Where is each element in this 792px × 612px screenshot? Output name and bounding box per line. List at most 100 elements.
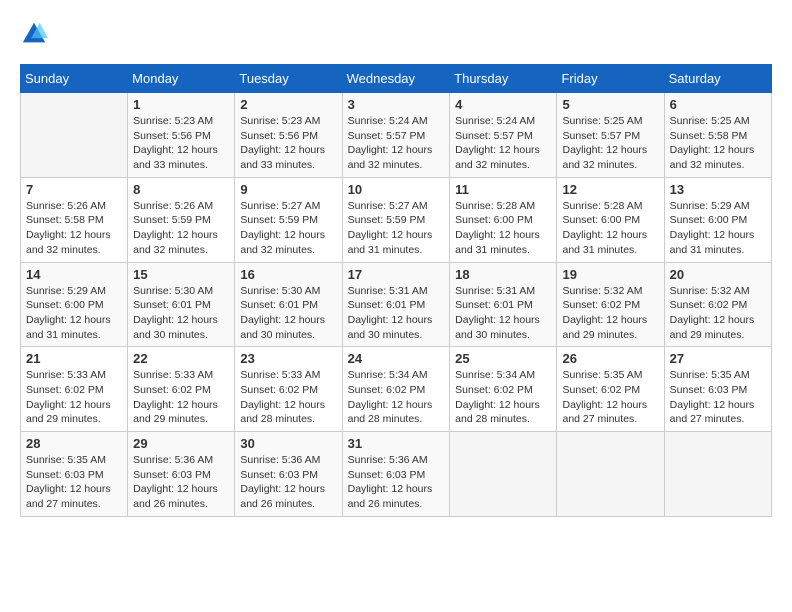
day-cell: 8 Sunrise: 5:26 AMSunset: 5:59 PMDaylight… — [128, 177, 235, 262]
day-cell: 25 Sunrise: 5:34 AMSunset: 6:02 PMDayligh… — [450, 347, 557, 432]
day-cell — [21, 93, 128, 178]
day-number: 31 — [348, 436, 445, 451]
day-info: Sunrise: 5:31 AMSunset: 6:01 PMDaylight:… — [455, 284, 551, 343]
day-cell: 11Sunrise: 5:28 AMSunset: 6:00 PMDayligh… — [450, 177, 557, 262]
header-tuesday: Tuesday — [235, 65, 342, 93]
day-number: 13 — [670, 182, 766, 197]
day-cell: 27 Sunrise: 5:35 AMSunset: 6:03 PMDayligh… — [664, 347, 771, 432]
week-row-5: 28Sunrise: 5:35 AMSunset: 6:03 PMDayligh… — [21, 432, 772, 517]
day-cell: 20 Sunrise: 5:32 AMSunset: 6:02 PMDayligh… — [664, 262, 771, 347]
day-info: Sunrise: 5:31 AMSunset: 6:01 PMDaylight:… — [348, 284, 445, 343]
day-info: Sunrise: 5:29 AMSunset: 6:00 PMDaylight:… — [670, 199, 766, 258]
day-number: 22 — [133, 351, 229, 366]
day-cell: 7Sunrise: 5:26 AMSunset: 5:58 PMDaylight… — [21, 177, 128, 262]
day-number: 17 — [348, 267, 445, 282]
day-number: 24 — [348, 351, 445, 366]
day-info: Sunrise: 5:24 AMSunset: 5:57 PMDaylight:… — [455, 114, 551, 173]
day-info: Sunrise: 5:23 AMSunset: 5:56 PMDaylight:… — [240, 114, 336, 173]
day-number: 15 — [133, 267, 229, 282]
day-cell: 23Sunrise: 5:33 AMSunset: 6:02 PMDayligh… — [235, 347, 342, 432]
day-number: 5 — [562, 97, 658, 112]
day-number: 30 — [240, 436, 336, 451]
day-cell: 1 Sunrise: 5:23 AMSunset: 5:56 PMDaylight… — [128, 93, 235, 178]
day-info: Sunrise: 5:34 AMSunset: 6:02 PMDaylight:… — [348, 368, 445, 427]
header-wednesday: Wednesday — [342, 65, 450, 93]
page-header — [20, 20, 772, 48]
day-info: Sunrise: 5:34 AMSunset: 6:02 PMDaylight:… — [455, 368, 551, 427]
day-number: 9 — [240, 182, 336, 197]
day-number: 2 — [240, 97, 336, 112]
day-number: 25 — [455, 351, 551, 366]
header-thursday: Thursday — [450, 65, 557, 93]
day-info: Sunrise: 5:32 AMSunset: 6:02 PMDaylight:… — [670, 284, 766, 343]
day-info: Sunrise: 5:35 AMSunset: 6:02 PMDaylight:… — [562, 368, 658, 427]
day-number: 21 — [26, 351, 122, 366]
logo — [20, 20, 52, 48]
day-number: 26 — [562, 351, 658, 366]
day-cell: 16 Sunrise: 5:30 AMSunset: 6:01 PMDayligh… — [235, 262, 342, 347]
day-cell: 4 Sunrise: 5:24 AMSunset: 5:57 PMDaylight… — [450, 93, 557, 178]
day-cell — [450, 432, 557, 517]
day-number: 16 — [240, 267, 336, 282]
header-saturday: Saturday — [664, 65, 771, 93]
day-info: Sunrise: 5:32 AMSunset: 6:02 PMDaylight:… — [562, 284, 658, 343]
day-cell: 30 Sunrise: 5:36 AMSunset: 6:03 PMDayligh… — [235, 432, 342, 517]
day-cell: 17 Sunrise: 5:31 AMSunset: 6:01 PMDayligh… — [342, 262, 450, 347]
day-info: Sunrise: 5:33 AMSunset: 6:02 PMDaylight:… — [26, 368, 122, 427]
day-number: 19 — [562, 267, 658, 282]
day-info: Sunrise: 5:33 AMSunset: 6:02 PMDaylight:… — [133, 368, 229, 427]
day-info: Sunrise: 5:35 AMSunset: 6:03 PMDaylight:… — [670, 368, 766, 427]
day-number: 1 — [133, 97, 229, 112]
day-number: 7 — [26, 182, 122, 197]
day-info: Sunrise: 5:36 AMSunset: 6:03 PMDaylight:… — [133, 453, 229, 512]
day-cell: 9Sunrise: 5:27 AMSunset: 5:59 PMDaylight… — [235, 177, 342, 262]
day-cell: 5 Sunrise: 5:25 AMSunset: 5:57 PMDaylight… — [557, 93, 664, 178]
day-cell: 13 Sunrise: 5:29 AMSunset: 6:00 PMDayligh… — [664, 177, 771, 262]
day-cell: 31 Sunrise: 5:36 AMSunset: 6:03 PMDayligh… — [342, 432, 450, 517]
day-info: Sunrise: 5:30 AMSunset: 6:01 PMDaylight:… — [240, 284, 336, 343]
day-number: 27 — [670, 351, 766, 366]
day-number: 11 — [455, 182, 551, 197]
calendar-table: SundayMondayTuesdayWednesdayThursdayFrid… — [20, 64, 772, 517]
day-cell: 15 Sunrise: 5:30 AMSunset: 6:01 PMDayligh… — [128, 262, 235, 347]
day-info: Sunrise: 5:36 AMSunset: 6:03 PMDaylight:… — [348, 453, 445, 512]
day-number: 6 — [670, 97, 766, 112]
week-row-3: 14Sunrise: 5:29 AMSunset: 6:00 PMDayligh… — [21, 262, 772, 347]
day-cell: 21 Sunrise: 5:33 AMSunset: 6:02 PMDayligh… — [21, 347, 128, 432]
day-info: Sunrise: 5:35 AMSunset: 6:03 PMDaylight:… — [26, 453, 122, 512]
day-number: 23 — [240, 351, 336, 366]
day-number: 8 — [133, 182, 229, 197]
day-cell: 18Sunrise: 5:31 AMSunset: 6:01 PMDayligh… — [450, 262, 557, 347]
day-number: 3 — [348, 97, 445, 112]
day-info: Sunrise: 5:26 AMSunset: 5:59 PMDaylight:… — [133, 199, 229, 258]
day-cell: 26 Sunrise: 5:35 AMSunset: 6:02 PMDayligh… — [557, 347, 664, 432]
day-number: 12 — [562, 182, 658, 197]
day-cell: 28Sunrise: 5:35 AMSunset: 6:03 PMDayligh… — [21, 432, 128, 517]
header-friday: Friday — [557, 65, 664, 93]
week-row-1: 1 Sunrise: 5:23 AMSunset: 5:56 PMDaylight… — [21, 93, 772, 178]
day-number: 20 — [670, 267, 766, 282]
header-sunday: Sunday — [21, 65, 128, 93]
day-number: 4 — [455, 97, 551, 112]
day-cell: 10 Sunrise: 5:27 AMSunset: 5:59 PMDayligh… — [342, 177, 450, 262]
calendar-header-row: SundayMondayTuesdayWednesdayThursdayFrid… — [21, 65, 772, 93]
day-info: Sunrise: 5:23 AMSunset: 5:56 PMDaylight:… — [133, 114, 229, 173]
day-number: 10 — [348, 182, 445, 197]
day-info: Sunrise: 5:25 AMSunset: 5:58 PMDaylight:… — [670, 114, 766, 173]
day-info: Sunrise: 5:29 AMSunset: 6:00 PMDaylight:… — [26, 284, 122, 343]
day-info: Sunrise: 5:24 AMSunset: 5:57 PMDaylight:… — [348, 114, 445, 173]
day-info: Sunrise: 5:30 AMSunset: 6:01 PMDaylight:… — [133, 284, 229, 343]
day-cell — [557, 432, 664, 517]
logo-icon — [20, 20, 48, 48]
day-info: Sunrise: 5:25 AMSunset: 5:57 PMDaylight:… — [562, 114, 658, 173]
day-number: 29 — [133, 436, 229, 451]
day-info: Sunrise: 5:27 AMSunset: 5:59 PMDaylight:… — [348, 199, 445, 258]
day-cell: 24 Sunrise: 5:34 AMSunset: 6:02 PMDayligh… — [342, 347, 450, 432]
day-cell: 14Sunrise: 5:29 AMSunset: 6:00 PMDayligh… — [21, 262, 128, 347]
day-info: Sunrise: 5:36 AMSunset: 6:03 PMDaylight:… — [240, 453, 336, 512]
day-cell: 2 Sunrise: 5:23 AMSunset: 5:56 PMDaylight… — [235, 93, 342, 178]
day-cell: 22 Sunrise: 5:33 AMSunset: 6:02 PMDayligh… — [128, 347, 235, 432]
day-cell: 19 Sunrise: 5:32 AMSunset: 6:02 PMDayligh… — [557, 262, 664, 347]
day-cell: 12Sunrise: 5:28 AMSunset: 6:00 PMDayligh… — [557, 177, 664, 262]
day-cell — [664, 432, 771, 517]
